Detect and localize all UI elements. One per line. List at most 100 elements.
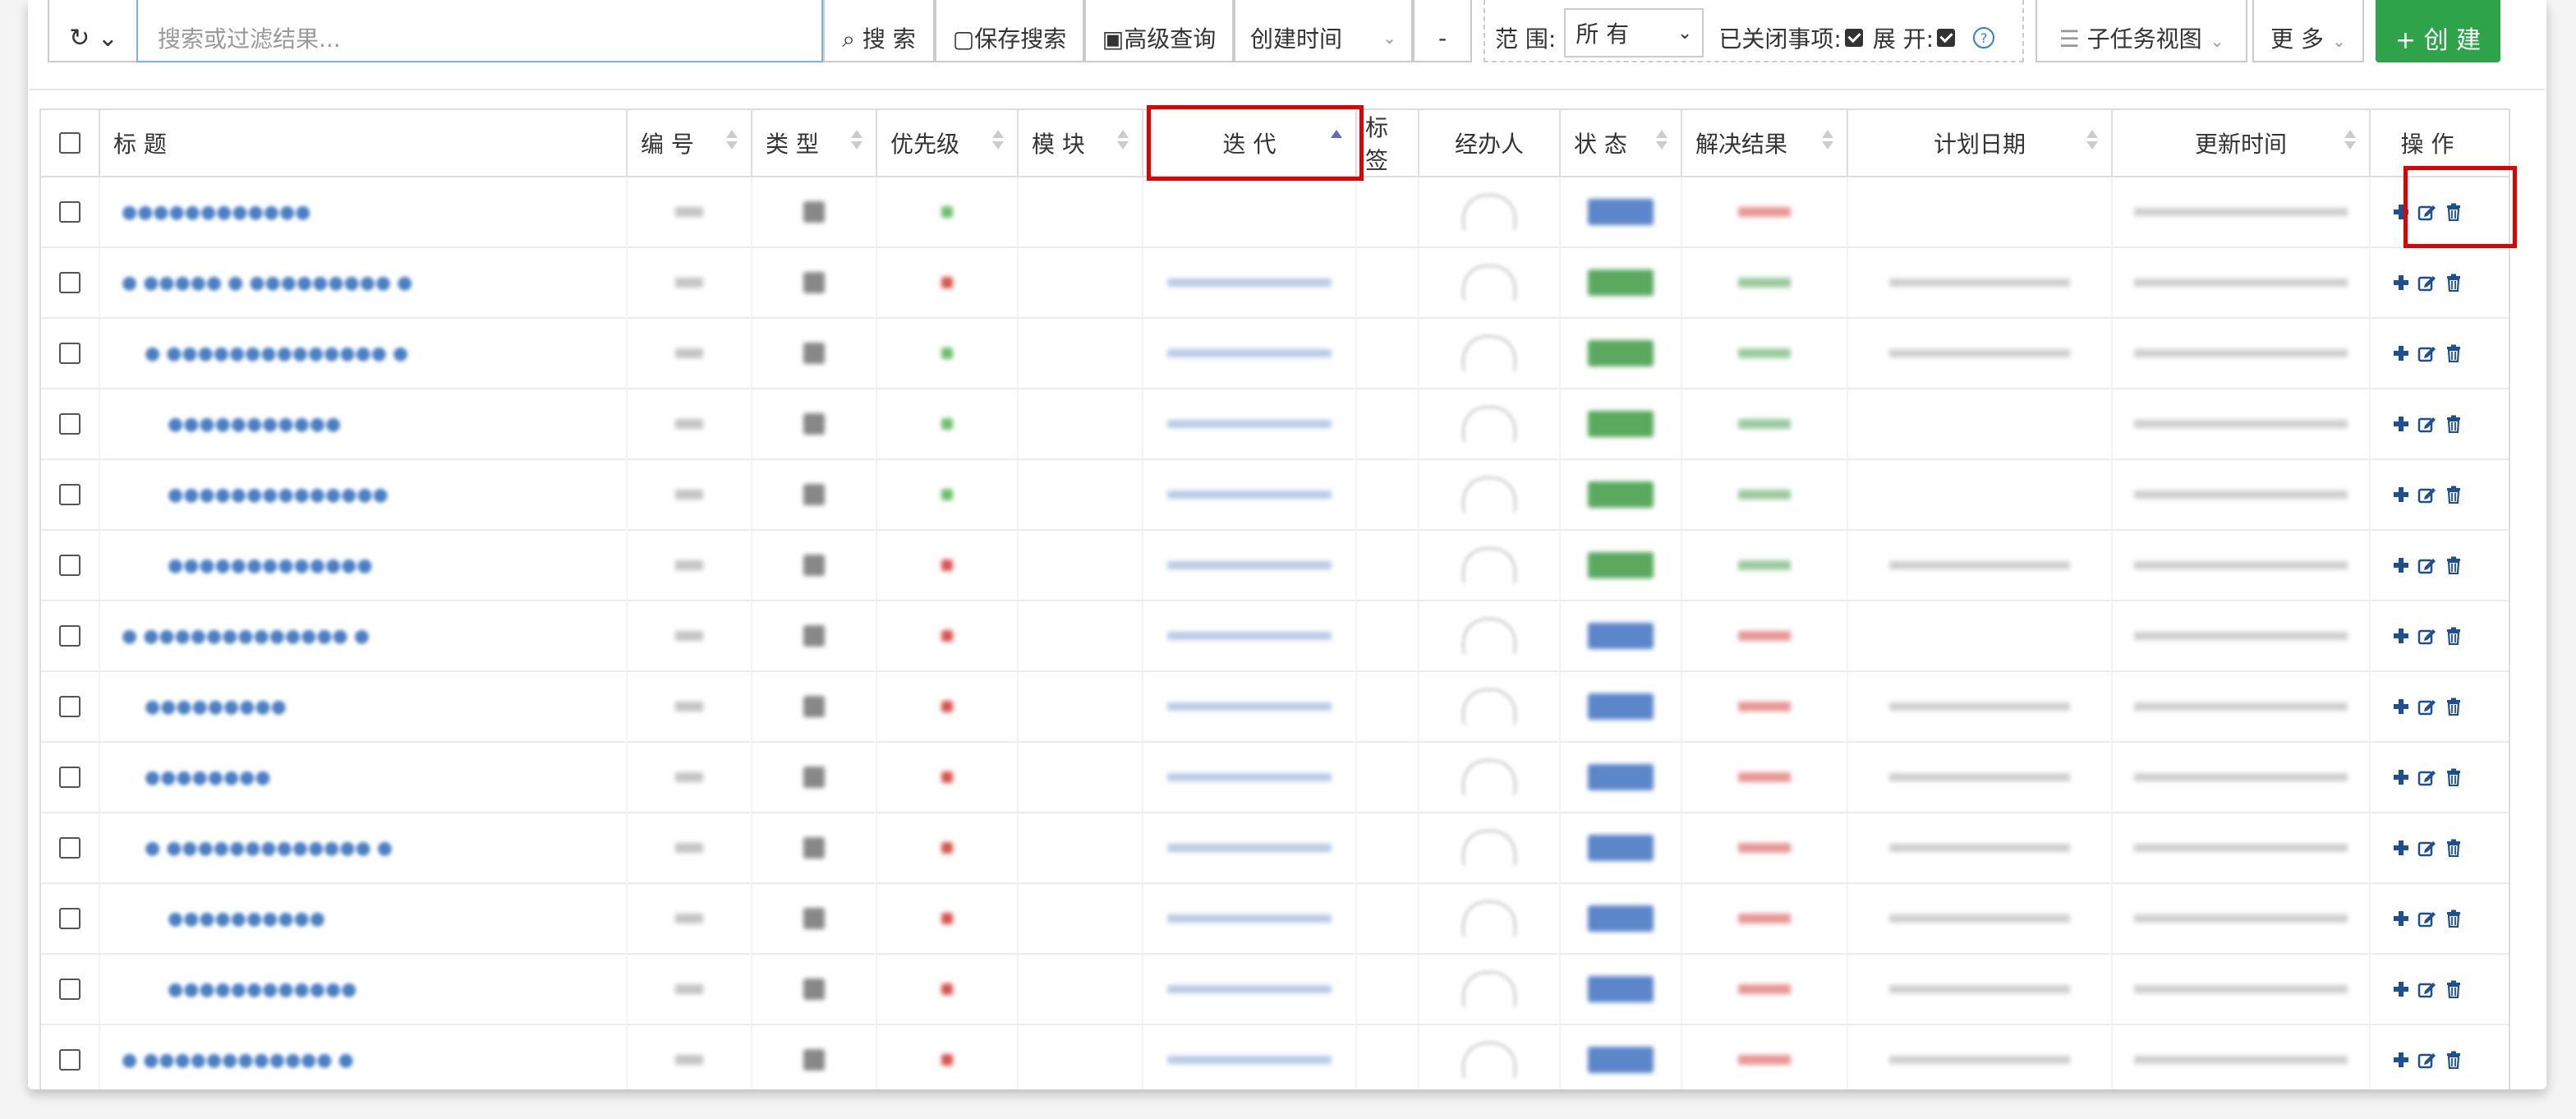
issue-title-link[interactable]: ● ●●●●● ● ●●●●●●●●● ● <box>122 273 412 293</box>
trash-icon[interactable] <box>2445 415 2462 433</box>
edit-icon[interactable] <box>2417 768 2437 786</box>
edit-icon[interactable] <box>2417 203 2437 221</box>
closed-items-checkbox[interactable] <box>1844 29 1863 47</box>
row-checkbox[interactable] <box>59 555 80 576</box>
column-header-title[interactable]: 标 题 <box>100 110 628 176</box>
row-checkbox[interactable] <box>59 201 80 223</box>
issue-title-link[interactable]: ● ●●●●●●●●●●●●● ● <box>145 838 393 859</box>
plus-icon[interactable] <box>2393 628 2409 644</box>
trash-icon[interactable] <box>2445 274 2462 292</box>
edit-icon[interactable] <box>2417 839 2437 857</box>
iteration-link[interactable] <box>1167 632 1332 640</box>
column-header-status[interactable]: 状 态 <box>1561 110 1682 176</box>
plus-icon[interactable] <box>2393 840 2409 856</box>
issue-title-link[interactable]: ●●●●●●●●●●●● <box>168 979 356 1000</box>
issue-title-link[interactable]: ● ●●●●●●●●●●●●●● ● <box>145 343 408 364</box>
edit-icon[interactable] <box>2417 627 2437 645</box>
table-row[interactable]: ●●●●●●●●●●●● <box>41 955 2509 1025</box>
table-row[interactable]: ● ●●●●●●●●●●●●● ● <box>41 601 2509 672</box>
column-header-updated[interactable]: 更新时间 <box>2113 110 2371 176</box>
select-all-checkbox[interactable] <box>59 132 80 154</box>
column-header-tags[interactable]: 标 签 <box>1357 110 1419 176</box>
row-checkbox[interactable] <box>59 696 80 717</box>
plus-icon[interactable] <box>2393 486 2409 503</box>
row-checkbox[interactable] <box>59 484 80 505</box>
edit-icon[interactable] <box>2417 980 2437 998</box>
plus-icon[interactable] <box>2393 557 2409 573</box>
edit-icon[interactable] <box>2417 344 2437 362</box>
more-button[interactable]: 更 多 ⌄ <box>2252 0 2364 62</box>
column-header-iteration[interactable]: 迭 代 <box>1143 110 1357 176</box>
trash-icon[interactable] <box>2445 909 2462 928</box>
advanced-query-button[interactable]: ▣高级查询 <box>1084 0 1234 62</box>
sort-direction-select[interactable]: - <box>1413 0 1472 62</box>
scope-select[interactable]: 所 有 ⌄ <box>1564 8 1704 58</box>
edit-icon[interactable] <box>2417 274 2437 292</box>
edit-icon[interactable] <box>2417 909 2437 928</box>
row-checkbox[interactable] <box>59 413 80 435</box>
subtask-view-button[interactable]: ☰ 子任务视图 ⌄ <box>2036 0 2247 62</box>
edit-icon[interactable] <box>2417 698 2437 716</box>
issue-title-link[interactable]: ●●●●●●●●●●●●●● <box>168 485 389 505</box>
column-header-priority[interactable]: 优先级 <box>877 110 1019 176</box>
plus-icon[interactable] <box>2393 204 2409 220</box>
table-row[interactable]: ●●●●●●●● <box>41 743 2509 813</box>
column-header-plan-date[interactable]: 计划日期 <box>1848 110 2113 176</box>
row-checkbox[interactable] <box>59 837 80 859</box>
table-row[interactable]: ● ●●●●● ● ●●●●●●●●● ● <box>41 248 2509 319</box>
expand-checkbox[interactable] <box>1937 29 1956 47</box>
iteration-link[interactable] <box>1167 844 1332 852</box>
row-checkbox[interactable] <box>59 272 80 293</box>
trash-icon[interactable] <box>2445 1051 2462 1069</box>
trash-icon[interactable] <box>2445 556 2462 574</box>
table-row[interactable]: ●●●●●●●●●●●● <box>41 177 2509 248</box>
iteration-link[interactable] <box>1167 349 1332 357</box>
trash-icon[interactable] <box>2445 486 2462 504</box>
issue-title-link[interactable]: ●●●●●●●●●●●●● <box>168 555 373 576</box>
trash-icon[interactable] <box>2445 344 2462 362</box>
plus-icon[interactable] <box>2393 698 2409 715</box>
plus-icon[interactable] <box>2393 769 2409 785</box>
iteration-link[interactable] <box>1167 702 1332 711</box>
create-button[interactable]: + 创 建 <box>2376 0 2500 62</box>
save-search-button[interactable]: ▢保存搜索 <box>935 0 1084 62</box>
iteration-link[interactable] <box>1167 773 1332 781</box>
trash-icon[interactable] <box>2445 698 2462 716</box>
row-checkbox[interactable] <box>59 908 80 929</box>
edit-icon[interactable] <box>2417 415 2437 433</box>
row-checkbox[interactable] <box>59 343 80 364</box>
plus-icon[interactable] <box>2393 274 2409 291</box>
iteration-link[interactable] <box>1167 279 1332 287</box>
trash-icon[interactable] <box>2445 627 2462 645</box>
search-input[interactable]: 搜索或过滤结果... <box>136 0 823 62</box>
column-header-resolution[interactable]: 解决结果 <box>1682 110 1848 176</box>
issue-title-link[interactable]: ● ●●●●●●●●●●●●● ● <box>122 626 370 647</box>
plus-icon[interactable] <box>2393 416 2409 432</box>
iteration-link[interactable] <box>1167 490 1332 499</box>
table-row[interactable]: ● ●●●●●●●●●●●●●● ● <box>41 319 2509 389</box>
table-row[interactable]: ● ●●●●●●●●●●●● ● <box>41 1025 2509 1089</box>
trash-icon[interactable] <box>2445 980 2462 998</box>
issue-title-link[interactable]: ● ●●●●●●●●●●●● ● <box>122 1050 354 1071</box>
edit-icon[interactable] <box>2417 486 2437 504</box>
history-button[interactable]: ↻ ⌄ <box>48 0 140 62</box>
table-row[interactable]: ●●●●●●●●●●●●● <box>41 531 2509 601</box>
table-row[interactable]: ●●●●●●●●●●● <box>41 389 2509 460</box>
edit-icon[interactable] <box>2417 556 2437 574</box>
row-checkbox[interactable] <box>59 625 80 647</box>
column-header-module[interactable]: 模 块 <box>1019 110 1143 176</box>
iteration-link[interactable] <box>1167 914 1332 923</box>
sort-field-select[interactable]: 创建时间 ⌄ <box>1234 0 1413 62</box>
trash-icon[interactable] <box>2445 768 2462 786</box>
plus-icon[interactable] <box>2393 981 2409 997</box>
search-button[interactable]: ⌕ 搜 索 <box>823 0 935 62</box>
issue-title-link[interactable]: ●●●●●●●●● <box>145 697 287 717</box>
iteration-link[interactable] <box>1167 420 1332 428</box>
column-header-number[interactable]: 编 号 <box>628 110 752 176</box>
iteration-link[interactable] <box>1167 985 1332 993</box>
issue-title-link[interactable]: ●●●●●●●●●●●● <box>122 202 310 223</box>
iteration-link[interactable] <box>1167 1056 1332 1064</box>
help-icon[interactable]: ? <box>1973 27 1995 48</box>
row-checkbox[interactable] <box>59 979 80 1000</box>
column-header-assignee[interactable]: 经办人 <box>1419 110 1561 176</box>
